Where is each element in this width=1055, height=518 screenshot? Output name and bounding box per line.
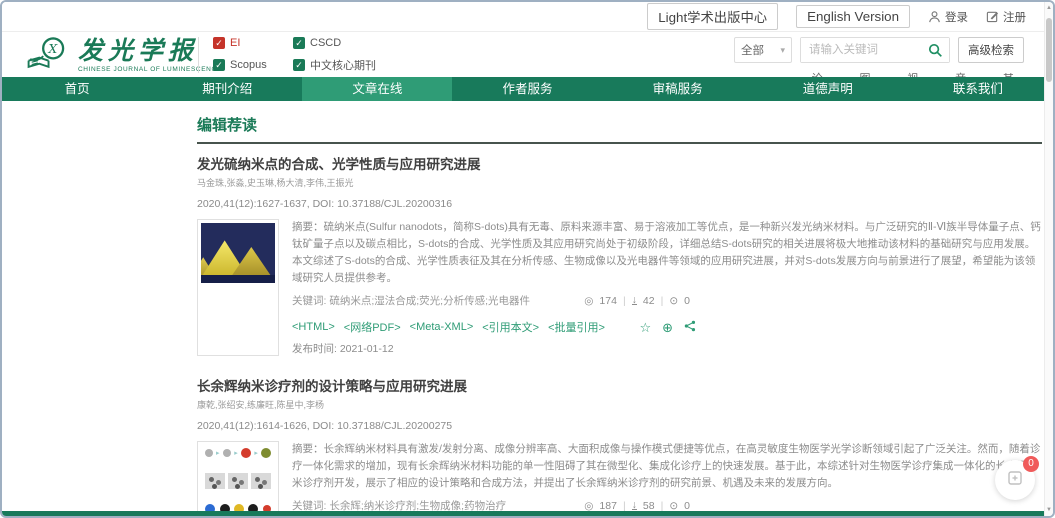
checkbox-checked-icon: ✓: [213, 37, 225, 49]
site-header: X 发光学报 CHINESE JOURNAL OF LUMINESCENCE ✓…: [2, 33, 1044, 77]
cite-article-link[interactable]: <引用本文>: [482, 319, 539, 335]
article-actions: ☆ ⊕: [639, 320, 696, 334]
article-item: 长余辉纳米诊疗剂的设计策略与应用研究进展 康乾,张绍安,练廉旺,陈星中,李杨 2…: [197, 375, 1042, 518]
journal-logo[interactable]: X 发光学报 CHINESE JOURNAL OF LUMINESCENCE: [24, 34, 222, 77]
pdf-link[interactable]: <网络PDF>: [344, 319, 401, 335]
comments-count: 0: [684, 295, 690, 307]
scroll-down-icon[interactable]: ▼: [1045, 507, 1053, 513]
article-stats: ◎ 187 | ↓ 58 | ⊙ 0: [584, 500, 690, 512]
publish-time: 发布时间: 2021-01-12: [292, 341, 1042, 356]
star-icon[interactable]: ☆: [639, 321, 651, 334]
login-link[interactable]: 登录: [928, 9, 968, 25]
english-version-button[interactable]: English Version: [796, 5, 910, 28]
article-citation-meta: 2020,41(12):1614-1626, DOI: 10.37188/CJL…: [197, 420, 1042, 432]
publish-center-button[interactable]: Light学术出版中心: [647, 3, 778, 30]
nav-review-services[interactable]: 审稿服务: [603, 77, 753, 101]
login-label: 登录: [945, 9, 968, 25]
article-title[interactable]: 长余辉纳米诊疗剂的设计策略与应用研究进展: [197, 375, 1042, 395]
page-title: 编辑荐读: [197, 117, 257, 134]
nanoparticle-scheme-image: ▸ ▸ ▸: [201, 445, 275, 517]
downloads-icon: ↓: [632, 296, 637, 306]
nav-author-services[interactable]: 作者服务: [452, 77, 602, 101]
top-utility-bar: Light学术出版中心 English Version 登录 注册: [2, 2, 1044, 32]
views-icon: ◎: [584, 500, 593, 512]
html-link[interactable]: <HTML>: [292, 321, 335, 333]
sulfur-pile-image: [201, 223, 275, 283]
vertical-scrollbar[interactable]: ▲ ▼: [1044, 2, 1053, 516]
share-icon[interactable]: [684, 320, 696, 334]
footer-top-edge: [2, 511, 1044, 516]
floating-feedback-button[interactable]: 0: [995, 460, 1035, 500]
checkbox-checked-icon: ✓: [293, 59, 305, 71]
article-stats: ◎ 174 | ↓ 42 | ⊙ 0: [584, 295, 690, 307]
article-list: 编辑荐读 发光硫纳米点的合成、光学性质与应用研究进展 马金珠,张淼,史玉琳,杨大…: [197, 101, 1042, 518]
comments-icon: ⊙: [669, 295, 678, 307]
batch-cite-link[interactable]: <批量引用>: [548, 319, 605, 335]
svg-text:X: X: [48, 42, 59, 56]
badge-scopus[interactable]: ✓ Scopus: [213, 57, 275, 73]
notification-badge: 0: [1023, 456, 1039, 472]
register-icon: [986, 10, 999, 23]
search-input[interactable]: [801, 38, 949, 62]
nav-home[interactable]: 首页: [2, 77, 152, 101]
browser-viewport: Light学术出版中心 English Version 登录 注册 X: [0, 0, 1055, 518]
document-plus-icon: [1006, 469, 1024, 492]
comments-count: 0: [684, 500, 690, 512]
views-count: 187: [599, 500, 617, 512]
index-badges: ✓ EI ✓ CSCD ✓ Scopus ✓ 中文核心期刊: [198, 37, 376, 73]
article-keywords: 关键词: 硫纳米点;湿法合成;荧光;分析传感;光电器件: [292, 293, 530, 308]
advanced-search-button[interactable]: 高级检索: [958, 37, 1024, 63]
article-abstract: 摘要：硫纳米点(Sulfur nanodots，简称S-dots)具有无毒、原料…: [292, 219, 1042, 287]
article-thumbnail[interactable]: ▸ ▸ ▸: [197, 441, 279, 518]
badge-cscd[interactable]: ✓ CSCD: [293, 37, 376, 49]
article-authors: 马金珠,张淼,史玉琳,杨大清,李伟,王振光: [197, 176, 1042, 189]
article-authors: 康乾,张绍安,练廉旺,陈星中,李杨: [197, 398, 1042, 411]
badge-ei[interactable]: ✓ EI: [213, 37, 275, 49]
views-count: 174: [599, 295, 617, 307]
checkbox-checked-icon: ✓: [293, 37, 305, 49]
comments-icon: ⊙: [669, 500, 678, 512]
user-icon: [928, 10, 941, 23]
register-link[interactable]: 注册: [986, 9, 1026, 25]
chevron-down-icon: ▾: [780, 45, 785, 56]
scrollbar-thumb[interactable]: [1046, 18, 1052, 82]
article-item: 发光硫纳米点的合成、光学性质与应用研究进展 马金珠,张淼,史玉琳,杨大清,李伟,…: [197, 153, 1042, 356]
nav-articles-online[interactable]: 文章在线: [302, 77, 452, 101]
meta-xml-link[interactable]: <Meta-XML>: [410, 321, 474, 333]
search-category-select[interactable]: 全部 ▾: [734, 37, 792, 63]
article-thumbnail[interactable]: [197, 219, 279, 356]
article-citation-meta: 2020,41(12):1627-1637, DOI: 10.37188/CJL…: [197, 198, 1042, 210]
downloads-count: 58: [643, 500, 655, 512]
search-icon[interactable]: [928, 43, 943, 63]
register-label: 注册: [1003, 9, 1026, 25]
journal-logo-icon: X: [24, 34, 70, 77]
scroll-up-icon[interactable]: ▲: [1045, 5, 1053, 11]
nav-contact-us[interactable]: 联系我们: [903, 77, 1053, 101]
main-nav: 首页 期刊介绍 文章在线 作者服务 审稿服务 道德声明 联系我们: [2, 77, 1053, 101]
badge-core-journal[interactable]: ✓ 中文核心期刊: [293, 57, 376, 73]
add-circle-icon[interactable]: ⊕: [662, 321, 673, 334]
article-abstract: 摘要：长余辉纳米材料具有激发/发射分离、成像分辨率高、大面积成像与操作模式便捷等…: [292, 441, 1042, 492]
search-box: [800, 37, 950, 63]
section-head: 编辑荐读: [197, 114, 1042, 144]
checkbox-checked-icon: ✓: [213, 59, 225, 71]
downloads-count: 42: [643, 295, 655, 307]
nav-journal-intro[interactable]: 期刊介绍: [152, 77, 302, 101]
downloads-icon: ↓: [632, 501, 637, 511]
views-icon: ◎: [584, 295, 593, 307]
article-title[interactable]: 发光硫纳米点的合成、光学性质与应用研究进展: [197, 153, 1042, 173]
nav-ethics-statement[interactable]: 道德声明: [753, 77, 903, 101]
